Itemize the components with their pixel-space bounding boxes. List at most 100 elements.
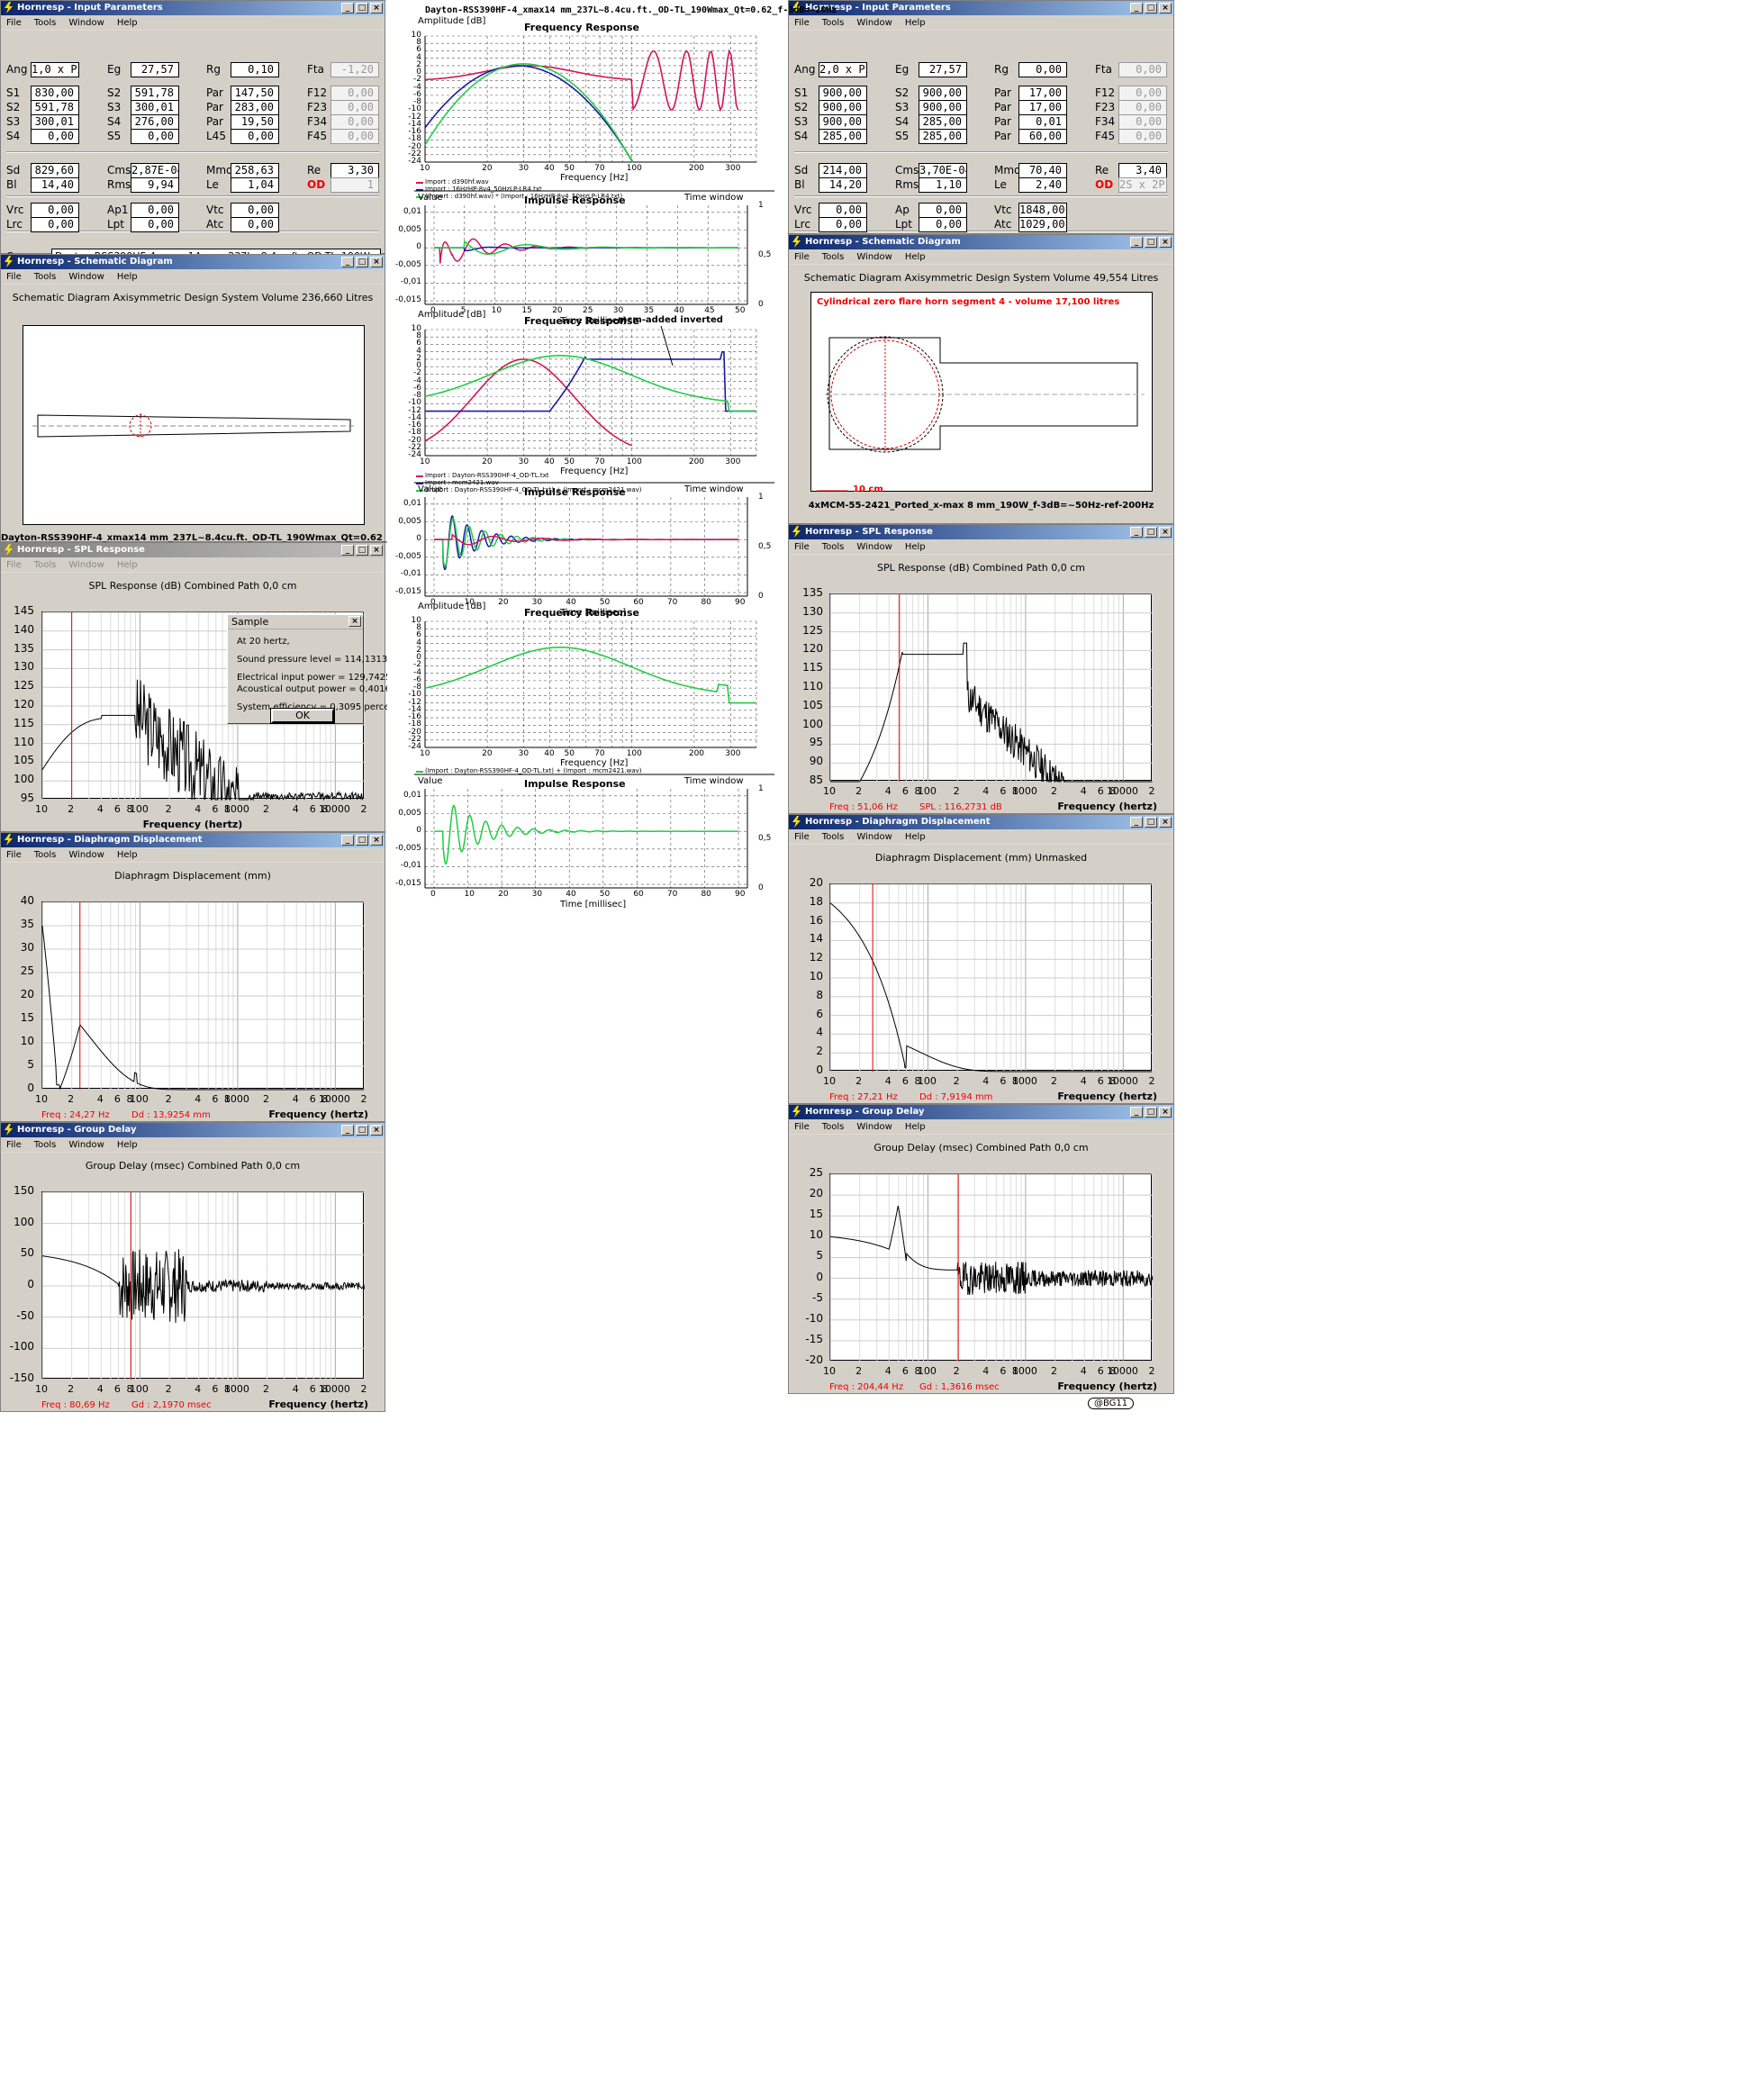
- maximize-button[interactable]: □: [356, 1125, 368, 1136]
- param-field-sd[interactable]: 214,00: [819, 163, 867, 178]
- menu-file[interactable]: File: [794, 832, 810, 842]
- param-field-bl[interactable]: 14,40: [31, 177, 79, 193]
- minimize-button[interactable]: _: [341, 835, 354, 846]
- param-field-ang[interactable]: 2,0 x Pi: [819, 62, 867, 77]
- close-button[interactable]: ×: [1159, 527, 1172, 538]
- param-field-f34[interactable]: 0,00: [1118, 114, 1167, 130]
- close-button[interactable]: ×: [1159, 1107, 1172, 1118]
- menu-file[interactable]: File: [6, 18, 22, 28]
- maximize-button[interactable]: □: [356, 3, 368, 14]
- minimize-button[interactable]: _: [341, 257, 354, 267]
- param-field-vtc[interactable]: 1848,00: [1018, 203, 1067, 218]
- param-field-le[interactable]: 1,04: [231, 177, 279, 193]
- maximize-button[interactable]: □: [356, 257, 368, 267]
- param-field-rg[interactable]: 0,00: [1018, 62, 1067, 77]
- ok-button[interactable]: OK: [270, 708, 335, 724]
- plot-area[interactable]: [829, 593, 1154, 783]
- menu-file[interactable]: File: [6, 272, 22, 282]
- param-field-rg[interactable]: 0,10: [231, 62, 279, 77]
- menu-window[interactable]: Window: [856, 18, 892, 28]
- param-field-ang[interactable]: 1,0 x Pi: [31, 62, 79, 77]
- param-field-par[interactable]: 0,01: [1018, 114, 1067, 130]
- param-field-par[interactable]: 17,00: [1018, 100, 1067, 115]
- close-button[interactable]: ×: [1159, 3, 1172, 14]
- plot-area[interactable]: [829, 1173, 1154, 1362]
- param-field-rms[interactable]: 9,94: [131, 177, 179, 193]
- right-spl-titlebar[interactable]: Hornresp - SPL Response _ □ ×: [789, 525, 1173, 539]
- param-field-ap1[interactable]: 0,00: [131, 203, 179, 218]
- menu-help[interactable]: Help: [117, 272, 138, 282]
- param-field-atc[interactable]: 0,00: [231, 217, 279, 232]
- plot-area[interactable]: [829, 883, 1154, 1073]
- menu-help[interactable]: Help: [905, 542, 926, 552]
- plot-area[interactable]: [41, 1191, 366, 1380]
- param-field-atc[interactable]: 1029,00: [1018, 217, 1067, 232]
- menu-tools[interactable]: Tools: [34, 1140, 57, 1150]
- maximize-button[interactable]: □: [1145, 3, 1157, 14]
- param-field-fta[interactable]: 0,00: [1118, 62, 1167, 77]
- close-button[interactable]: ×: [370, 545, 383, 556]
- param-field-f12[interactable]: 0,00: [1118, 86, 1167, 101]
- param-field-lrc[interactable]: 0,00: [31, 217, 79, 232]
- menu-file[interactable]: File: [794, 1122, 810, 1132]
- left-spl-titlebar[interactable]: Hornresp - SPL Response _ □ ×: [1, 543, 385, 557]
- close-button[interactable]: ×: [370, 3, 383, 14]
- close-button[interactable]: ×: [370, 1125, 383, 1136]
- param-field-s5[interactable]: 0,00: [131, 129, 179, 144]
- param-field-s1[interactable]: 830,00: [31, 86, 79, 101]
- param-field-mmd[interactable]: 258,63: [231, 163, 279, 178]
- param-field-lrc[interactable]: 0,00: [819, 217, 867, 232]
- menu-tools[interactable]: Tools: [34, 850, 57, 860]
- right-input-titlebar[interactable]: Hornresp - Input Parameters _ □ ×: [789, 1, 1173, 15]
- param-field-re[interactable]: 3,30: [330, 163, 379, 178]
- param-field-l45[interactable]: 0,00: [231, 129, 279, 144]
- param-field-cms[interactable]: 2,87E-04: [131, 163, 179, 178]
- param-field-f45[interactable]: 0,00: [1118, 129, 1167, 144]
- maximize-button[interactable]: □: [356, 835, 368, 846]
- param-field-s3[interactable]: 900,00: [919, 100, 967, 115]
- minimize-button[interactable]: _: [1130, 237, 1143, 248]
- param-field-par[interactable]: 19,50: [231, 114, 279, 130]
- menu-tools[interactable]: Tools: [34, 272, 57, 282]
- close-button[interactable]: ×: [370, 257, 383, 267]
- param-field-vrc[interactable]: 0,00: [31, 203, 79, 218]
- param-field-s4[interactable]: 276,00: [131, 114, 179, 130]
- param-field-od[interactable]: 2S x 2P: [1118, 177, 1167, 193]
- menu-tools[interactable]: Tools: [822, 252, 845, 262]
- menu-window[interactable]: Window: [856, 1122, 892, 1132]
- param-field-cms[interactable]: 3,70E-04: [919, 163, 967, 178]
- close-button[interactable]: ×: [370, 835, 383, 846]
- param-field-s3[interactable]: 300,01: [131, 100, 179, 115]
- param-field-s2[interactable]: 900,00: [819, 100, 867, 115]
- menu-tools[interactable]: Tools: [822, 542, 845, 552]
- maximize-button[interactable]: □: [356, 545, 368, 556]
- left-input-titlebar[interactable]: Hornresp - Input Parameters _ □ ×: [1, 1, 385, 15]
- param-field-od[interactable]: 1: [330, 177, 379, 193]
- param-field-f23[interactable]: 0,00: [330, 100, 379, 115]
- menu-help[interactable]: Help: [905, 832, 926, 842]
- menu-tools[interactable]: Tools: [822, 832, 845, 842]
- menu-window[interactable]: Window: [68, 560, 104, 570]
- param-field-par[interactable]: 60,00: [1018, 129, 1067, 144]
- menu-window[interactable]: Window: [68, 272, 104, 282]
- param-field-eg[interactable]: 27,57: [919, 62, 967, 77]
- minimize-button[interactable]: _: [341, 3, 354, 14]
- close-button[interactable]: ×: [1159, 237, 1172, 248]
- maximize-button[interactable]: □: [1145, 817, 1157, 828]
- right-disp-titlebar[interactable]: Hornresp - Diaphragm Displacement _ □ ×: [789, 815, 1173, 829]
- param-field-ap[interactable]: 0,00: [919, 203, 967, 218]
- param-field-bl[interactable]: 14,20: [819, 177, 867, 193]
- plot-area[interactable]: [41, 901, 366, 1091]
- menu-file[interactable]: File: [6, 850, 22, 860]
- menu-window[interactable]: Window: [856, 542, 892, 552]
- param-field-eg[interactable]: 27,57: [131, 62, 179, 77]
- maximize-button[interactable]: □: [1145, 527, 1157, 538]
- menu-help[interactable]: Help: [117, 1140, 138, 1150]
- menu-file[interactable]: File: [6, 560, 22, 570]
- param-field-re[interactable]: 3,40: [1118, 163, 1167, 178]
- minimize-button[interactable]: _: [1130, 817, 1143, 828]
- menu-window[interactable]: Window: [68, 850, 104, 860]
- menu-tools[interactable]: Tools: [822, 1122, 845, 1132]
- menu-tools[interactable]: Tools: [822, 18, 845, 28]
- param-field-s3[interactable]: 300,01: [31, 114, 79, 130]
